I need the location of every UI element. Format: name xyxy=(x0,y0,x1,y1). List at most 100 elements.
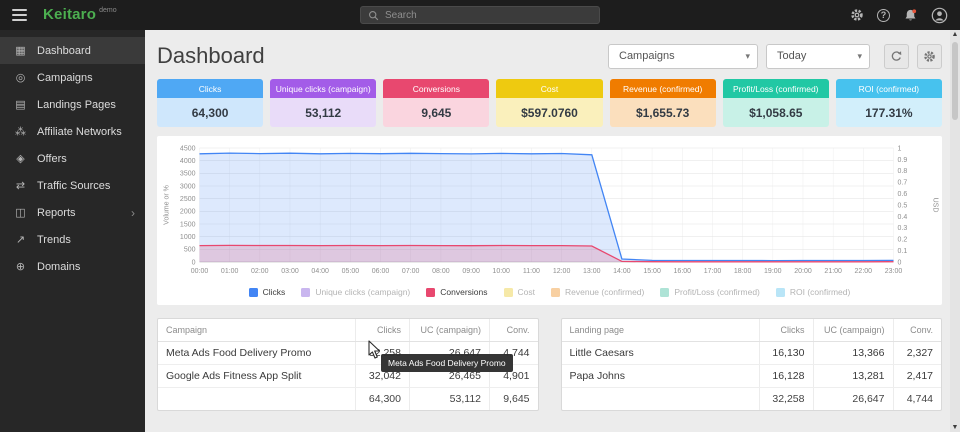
dashboard-controls: Campaigns ▾ Today ▾ xyxy=(608,44,942,69)
column-header[interactable]: Landing page xyxy=(562,319,760,342)
domains-icon: ⊕ xyxy=(13,260,28,273)
column-header[interactable]: Campaign xyxy=(158,319,356,342)
metric-label: Clicks xyxy=(157,79,263,98)
totals-cell: 32,258 xyxy=(759,388,813,411)
chart-legend: Clicks Unique clicks (campaign) Conversion… xyxy=(159,282,940,305)
page-scrollbar[interactable]: ▲ ▼ xyxy=(950,30,960,432)
legend-item[interactable]: Cost xyxy=(504,287,535,297)
traffic-chart[interactable]: 00:0001:0002:0003:0004:0005:0006:0007:00… xyxy=(159,142,940,282)
scroll-up-arrow[interactable]: ▲ xyxy=(950,31,960,38)
legend-swatch xyxy=(301,288,310,297)
column-header[interactable]: UC (campaign) xyxy=(813,319,893,342)
chart-panel: 00:0001:0002:0003:0004:0005:0006:0007:00… xyxy=(157,136,942,305)
svg-text:16:00: 16:00 xyxy=(674,268,692,275)
legend-item[interactable]: Clicks xyxy=(249,287,286,297)
totals-cell: 53,112 xyxy=(410,388,490,411)
svg-text:0.2: 0.2 xyxy=(898,237,908,244)
table-cell: 16,130 xyxy=(759,342,813,365)
scrollbar-thumb[interactable] xyxy=(952,42,958,120)
column-header[interactable]: UC (campaign) xyxy=(410,319,490,342)
table-cell: Little Caesars xyxy=(562,342,760,365)
column-header[interactable]: Conv. xyxy=(893,319,941,342)
legend-item[interactable]: ROI (confirmed) xyxy=(776,287,850,297)
sidebar-item-offers[interactable]: ◈Offers xyxy=(0,145,145,172)
svg-text:4500: 4500 xyxy=(180,145,196,152)
svg-text:1000: 1000 xyxy=(180,234,196,241)
metric-value: $597.0760 xyxy=(496,98,602,127)
sidebar-item-domains[interactable]: ⊕Domains xyxy=(0,253,145,280)
legend-item[interactable]: Unique clicks (campaign) xyxy=(301,287,410,297)
landing-pages-icon: ▤ xyxy=(13,98,28,111)
totals-cell xyxy=(158,388,356,411)
app-logo[interactable]: Keitaro demo xyxy=(43,7,117,23)
sidebar-item-reports[interactable]: ◫Reports› xyxy=(0,199,145,226)
sidebar-item-campaigns[interactable]: ◎Campaigns xyxy=(0,64,145,91)
table-row[interactable]: Little Caesars16,13013,3662,327 xyxy=(562,342,942,365)
totals-cell xyxy=(562,388,760,411)
metric-value: 53,112 xyxy=(270,98,376,127)
metric-card[interactable]: Revenue (confirmed)$1,655.73 xyxy=(610,79,716,127)
legend-item[interactable]: Conversions xyxy=(426,287,487,297)
chevron-down-icon: ▾ xyxy=(745,51,750,62)
date-range-select[interactable]: Today ▾ xyxy=(766,44,870,69)
svg-text:20:00: 20:00 xyxy=(794,268,812,275)
metric-card[interactable]: Profit/Loss (confirmed)$1,058.65 xyxy=(723,79,829,127)
sidebar-item-label: Landings Pages xyxy=(37,99,116,111)
svg-text:10:00: 10:00 xyxy=(492,268,510,275)
column-header[interactable]: Clicks xyxy=(759,319,813,342)
svg-text:0.4: 0.4 xyxy=(898,214,908,221)
metric-card[interactable]: Clicks64,300 xyxy=(157,79,263,127)
sidebar-item-affiliate-networks[interactable]: ⁂Affiliate Networks xyxy=(0,118,145,145)
search-input[interactable] xyxy=(385,10,592,21)
svg-text:14:00: 14:00 xyxy=(613,268,631,275)
dashboard-settings-button[interactable] xyxy=(917,44,942,69)
scroll-down-arrow[interactable]: ▼ xyxy=(950,424,960,431)
svg-text:0.5: 0.5 xyxy=(898,202,908,209)
sidebar-item-dashboard[interactable]: ▦Dashboard xyxy=(0,37,145,64)
metric-value: $1,655.73 xyxy=(610,98,716,127)
reports-icon: ◫ xyxy=(13,206,28,219)
legend-label: Conversions xyxy=(440,287,487,297)
svg-text:4000: 4000 xyxy=(180,158,196,165)
metric-value: 177.31% xyxy=(836,98,942,127)
legend-swatch xyxy=(249,288,258,297)
legend-item[interactable]: Revenue (confirmed) xyxy=(551,287,644,297)
svg-text:19:00: 19:00 xyxy=(764,268,782,275)
metric-card[interactable]: Conversions9,645 xyxy=(383,79,489,127)
group-by-select[interactable]: Campaigns ▾ xyxy=(608,44,758,69)
settings-gear-icon[interactable] xyxy=(850,8,864,22)
legend-label: Cost xyxy=(518,287,535,297)
affiliate-networks-icon: ⁂ xyxy=(13,125,28,138)
help-icon[interactable]: ? xyxy=(877,9,890,22)
mouse-cursor xyxy=(368,340,381,359)
table-row[interactable]: Papa Johns16,12813,2812,417 xyxy=(562,365,942,388)
svg-text:0.6: 0.6 xyxy=(898,191,908,198)
search-box[interactable] xyxy=(360,6,600,24)
column-header[interactable]: Clicks xyxy=(356,319,410,342)
svg-text:0.3: 0.3 xyxy=(898,225,908,232)
metric-card[interactable]: Unique clicks (campaign)53,112 xyxy=(270,79,376,127)
chevron-down-icon: ▾ xyxy=(857,51,862,62)
refresh-button[interactable] xyxy=(884,44,909,69)
svg-text:18:00: 18:00 xyxy=(734,268,752,275)
svg-text:500: 500 xyxy=(184,247,196,254)
sidebar-item-label: Campaigns xyxy=(37,72,93,84)
sidebar-item-landings-pages[interactable]: ▤ Landings Pages xyxy=(0,91,145,118)
metric-cards: Clicks64,300Unique clicks (campaign)53,1… xyxy=(157,79,942,127)
column-header[interactable]: Conv. xyxy=(490,319,538,342)
search-icon xyxy=(368,10,379,21)
page-header: Dashboard Campaigns ▾ Today ▾ xyxy=(157,38,942,74)
sidebar-item-traffic-sources[interactable]: ⇄Traffic Sources xyxy=(0,172,145,199)
sidebar-item-trends[interactable]: ↗Trends xyxy=(0,226,145,253)
metric-value: 9,645 xyxy=(383,98,489,127)
notifications-bell-icon[interactable] xyxy=(903,8,918,23)
svg-text:0: 0 xyxy=(192,259,196,266)
metric-card[interactable]: ROI (confirmed)177.31% xyxy=(836,79,942,127)
metric-card[interactable]: Cost$597.0760 xyxy=(496,79,602,127)
svg-text:11:00: 11:00 xyxy=(523,268,540,275)
user-avatar-icon[interactable] xyxy=(931,7,948,24)
menu-icon[interactable] xyxy=(12,9,27,21)
legend-item[interactable]: Profit/Loss (confirmed) xyxy=(660,287,760,297)
refresh-icon xyxy=(890,50,903,63)
app-window: Keitaro demo ? xyxy=(0,0,960,432)
